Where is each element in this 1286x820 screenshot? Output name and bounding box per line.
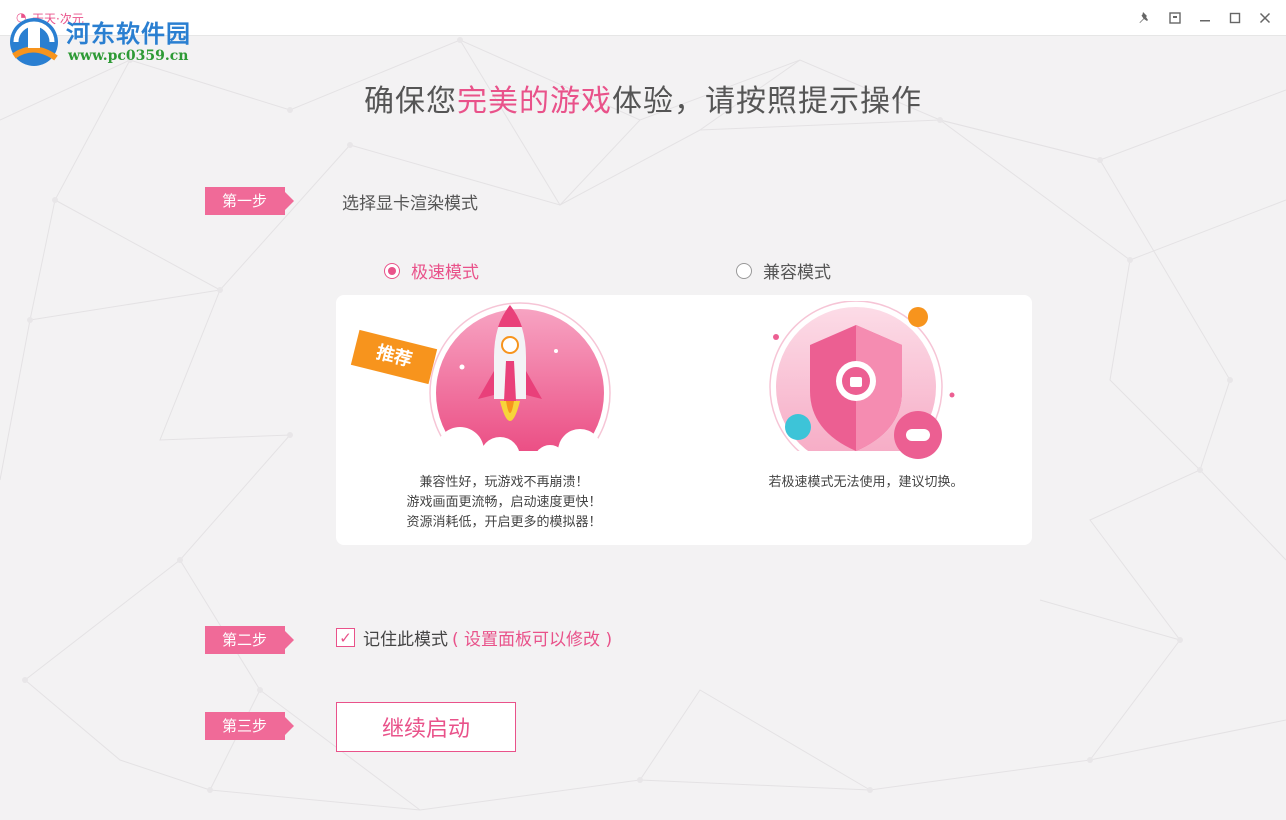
minimize-icon[interactable] <box>1190 6 1220 30</box>
compat-mode-radio[interactable] <box>736 262 752 279</box>
fast-mode-desc: 兼容性好，玩游戏不再崩溃！ 游戏画面更流畅，启动速度更快！ 资源消耗低，开启更多… <box>376 473 632 533</box>
headline-before: 确保您 <box>364 84 457 119</box>
watermark-name: 河东软件园 <box>66 19 191 48</box>
compat-desc-line-1: 若极速模式无法使用，建议切换。 <box>768 475 964 490</box>
page-headline: 确保您完美的游戏体验，请按照提示操作 <box>0 76 1286 120</box>
close-icon[interactable] <box>1250 6 1280 30</box>
window-controls <box>1130 6 1280 30</box>
fast-mode-label: 极速模式 <box>411 263 479 283</box>
pin-icon[interactable] <box>1130 6 1160 30</box>
maximize-icon[interactable] <box>1220 6 1250 30</box>
remember-mode-option[interactable]: ✓ 记住此模式 ( 设置面板可以修改 ) <box>336 625 612 650</box>
watermark-url: www.pc0359.cn <box>68 48 189 64</box>
continue-launch-button[interactable]: 继续启动 <box>336 702 516 752</box>
step-1-text: 选择显卡渲染模式 <box>342 194 478 214</box>
fast-desc-line-2: 游戏画面更流畅，启动速度更快！ <box>406 495 602 510</box>
step-1-tag: 第一步 <box>205 187 294 215</box>
step-2-tag: 第二步 <box>205 626 294 654</box>
restore-down-icon[interactable] <box>1160 6 1190 30</box>
fast-desc-line-1: 兼容性好，玩游戏不再崩溃！ <box>419 475 589 490</box>
remember-mode-note: ( 设置面板可以修改 ) <box>452 630 613 650</box>
fast-desc-line-3: 资源消耗低，开启更多的模拟器！ <box>406 515 602 530</box>
step-3-tag: 第三步 <box>205 712 294 740</box>
remember-mode-label: 记住此模式 <box>363 630 448 650</box>
compat-mode-label: 兼容模式 <box>763 263 831 283</box>
mode-option-compat[interactable]: 兼容模式 <box>736 258 831 283</box>
mode-card: 推荐 兼容性好，玩游戏不再崩溃！ 游戏画面更流畅，启动速度更快！ 资源消耗低，开… <box>336 295 1032 545</box>
headline-highlight: 完美的游戏 <box>457 84 612 119</box>
compat-mode-desc: 若极速模式无法使用，建议切换。 <box>750 473 982 493</box>
watermark: 河东软件园 www.pc0359.cn <box>6 12 206 68</box>
fast-mode-radio[interactable] <box>384 262 400 279</box>
remember-mode-checkbox[interactable]: ✓ <box>336 628 355 647</box>
shield-illustration[interactable] <box>756 301 956 467</box>
headline-after: 体验，请按照提示操作 <box>612 84 922 119</box>
rocket-illustration[interactable] <box>350 301 630 467</box>
mode-option-fast[interactable]: 极速模式 <box>384 258 479 283</box>
watermark-logo-icon <box>10 18 58 66</box>
